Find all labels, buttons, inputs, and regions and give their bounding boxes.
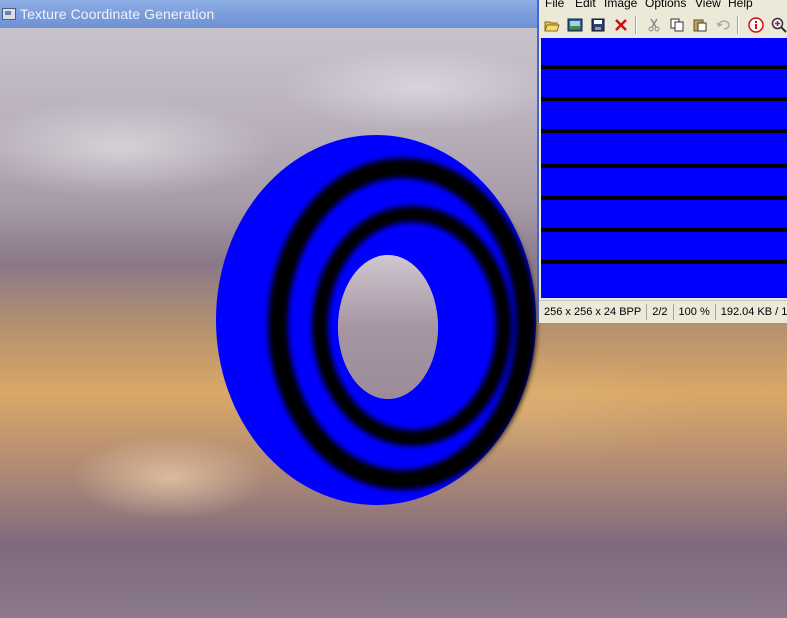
copy-icon[interactable] — [667, 15, 687, 35]
undo-icon[interactable] — [713, 15, 733, 35]
texture-stripe — [541, 65, 787, 69]
thumbnails-icon[interactable] — [565, 15, 585, 35]
viewer-statusbar: 256 x 256 x 24 BPP 2/2 100 % 192.04 KB /… — [539, 300, 787, 323]
cut-icon[interactable] — [644, 15, 664, 35]
toolbar-separator — [635, 16, 637, 34]
menu-help[interactable]: Help — [728, 0, 753, 10]
status-zoom: 100 % — [674, 304, 716, 320]
viewer-menubar: File Edit Image Options View Help — [539, 0, 787, 12]
texture-stripe — [541, 260, 787, 264]
status-dimensions: 256 x 256 x 24 BPP — [539, 304, 648, 320]
menu-view[interactable]: View — [695, 0, 721, 10]
info-icon[interactable] — [746, 15, 766, 35]
delete-icon[interactable] — [611, 15, 631, 35]
paste-icon[interactable] — [690, 15, 710, 35]
texture-stripe — [541, 129, 787, 133]
window-title: Texture Coordinate Generation — [20, 6, 215, 22]
image-viewer-window[interactable]: File Edit Image Options View Help 256 x … — [537, 0, 787, 323]
menu-image[interactable]: Image — [604, 0, 637, 10]
toolbar-separator — [737, 16, 739, 34]
texture-stripe — [541, 196, 787, 200]
texture-stripe — [541, 164, 787, 168]
menu-edit[interactable]: Edit — [575, 0, 596, 10]
viewer-toolbar — [539, 12, 787, 39]
texture-image[interactable] — [541, 38, 787, 298]
app-icon[interactable] — [2, 8, 16, 20]
status-size: 192.04 KB / 19 — [720, 306, 787, 318]
zoom-icon[interactable] — [769, 15, 787, 35]
save-icon[interactable] — [588, 15, 608, 35]
render-window-titlebar[interactable]: Texture Coordinate Generation — [0, 0, 540, 28]
menu-file[interactable]: File — [545, 0, 564, 10]
menu-options[interactable]: Options — [645, 0, 686, 10]
texture-stripe — [541, 228, 787, 232]
open-icon[interactable] — [542, 15, 562, 35]
status-page: 2/2 — [647, 304, 674, 320]
texture-stripe — [541, 97, 787, 101]
